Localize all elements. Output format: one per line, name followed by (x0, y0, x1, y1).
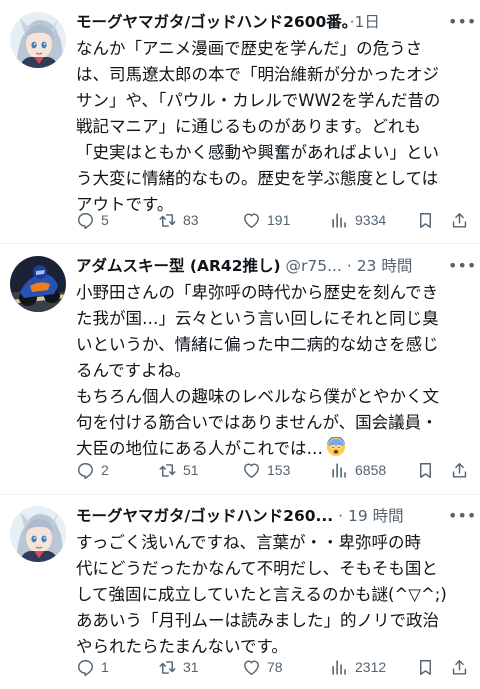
heart-icon (244, 659, 259, 675)
like-button[interactable]: 191 (242, 209, 290, 231)
retweet-count: 31 (183, 659, 199, 675)
heart-icon (244, 212, 259, 228)
avatar[interactable] (10, 12, 66, 68)
views-button[interactable]: 2312 (330, 656, 386, 678)
share-icon (452, 659, 467, 675)
timeline-feed: モーグヤマガタ/ゴッドハンド2600番。·1日 ••• なんか「アニメ漫画で歴史… (0, 0, 480, 689)
view-count: 9334 (355, 212, 387, 228)
share-button[interactable] (450, 656, 469, 678)
tweet-text-line: サン」や、「パウル・カレルでWW2を学んだ昔の (76, 91, 441, 110)
tweet-text-line: う大変に情緒的なもの。歴史を学ぶ態度としては (76, 169, 439, 188)
tweet[interactable]: アダムスキー型 (AR42推し) @r75... · 23 時間 ••• 小野田… (0, 244, 480, 494)
fearful-face-emoji-icon (326, 436, 346, 457)
retweet-count: 51 (183, 462, 199, 478)
tweet-timestamp[interactable]: 23 時間 (357, 257, 413, 275)
analytics-icon (332, 212, 346, 228)
anime-girl-avatar-image (10, 506, 66, 562)
bookmark-icon (420, 212, 431, 228)
tweet-text: なんか「アニメ漫画で歴史を学んだ」の危うさ は、司馬遼太郎の本で「明治維新が分か… (76, 36, 468, 218)
share-icon (452, 462, 467, 478)
like-count: 153 (267, 462, 291, 478)
views-button[interactable]: 9334 (330, 209, 386, 231)
tweet-text-line: るんですよね。 (76, 361, 191, 380)
more-options-icon[interactable]: ••• (448, 12, 476, 32)
timestamp-separator: · (341, 257, 357, 275)
retweet-icon (159, 660, 176, 674)
tweet-text: すっごく浅いんですね、言葉が・・卑弥呼の時 代にどうだったかなんて不明だし、そも… (76, 530, 468, 660)
tweet-text-line: いというか、情緒に偏った中二病的な幼さを感じ (76, 335, 439, 354)
like-button[interactable]: 78 (242, 656, 283, 678)
more-options-icon[interactable]: ••• (448, 506, 476, 526)
like-button[interactable]: 153 (242, 459, 290, 481)
tweet-text-line: は、司馬遼太郎の本で「明治維新が分かったオジ (76, 65, 439, 84)
tweet-text-line: 戦記マニア」に通じるものがあります。どれも (76, 117, 421, 136)
tweet-timestamp[interactable]: 1日 (355, 13, 380, 31)
share-button[interactable] (450, 209, 469, 231)
tweet-text-line: もちろん個人の趣味のレベルなら僕がとやかく文 (76, 387, 439, 406)
retweet-count: 83 (183, 212, 199, 228)
bookmark-button[interactable] (416, 656, 435, 678)
tweet-text-line: 句を付ける筋合いではありませんが、国会議員・ (76, 413, 438, 432)
timestamp-separator: · (333, 507, 348, 525)
like-count: 191 (267, 212, 291, 228)
analytics-icon (332, 462, 346, 478)
tweet-header: モーグヤマガタ/ゴッドハンド260... · 19 時間 (76, 504, 446, 528)
reply-button[interactable]: 1 (76, 656, 109, 678)
tweet-actions: 5 83 191 9334 (76, 209, 472, 231)
bookmark-button[interactable] (416, 459, 435, 481)
author-name[interactable]: アダムスキー型 (AR42推し) (76, 257, 281, 275)
tweet-actions: 1 31 78 2312 (76, 656, 472, 678)
tweet-text-line: して強固に成立していたと言えるのかも謎(^▽^;) (76, 585, 447, 604)
share-icon (452, 212, 467, 228)
retweet-button[interactable]: 51 (158, 459, 199, 481)
tweet-text-line: 「史実はともかく感動や興奮があればよい」とい (76, 143, 439, 162)
reply-count: 1 (101, 659, 109, 675)
bookmark-icon (420, 462, 431, 478)
view-count: 2312 (355, 659, 387, 675)
more-options-icon[interactable]: ••• (448, 256, 476, 276)
retweet-icon (159, 213, 176, 227)
tweet-text-line: 代にどうだったかなんて不明だし、そもそも国と (76, 559, 438, 578)
tweet-text-line: すっごく浅いんですね、言葉が・・卑弥呼の時 (76, 533, 422, 552)
heart-icon (244, 462, 259, 478)
tweet-text-line: なんか「アニメ漫画で歴史を学んだ」の危うさ (76, 39, 423, 58)
tweet-timestamp[interactable]: 19 時間 (348, 507, 404, 525)
like-count: 78 (267, 659, 283, 675)
bookmark-icon (420, 659, 431, 675)
retweet-button[interactable]: 31 (158, 656, 199, 678)
tweet[interactable]: モーグヤマガタ/ゴッドハンド2600番。·1日 ••• なんか「アニメ漫画で歴史… (0, 0, 480, 240)
tweet-text-line: ああいう「月刊ムーは読みました」的ノリで政治 (76, 611, 439, 630)
author-name[interactable]: モーグヤマガタ/ゴッドハンド2600番。 (76, 13, 350, 31)
reply-button[interactable]: 5 (76, 209, 109, 231)
tweet[interactable]: モーグヤマガタ/ゴッドハンド260... · 19 時間 ••• すっごく浅いん… (0, 494, 480, 689)
reply-count: 5 (101, 212, 109, 228)
tweet-text: 小野田さんの「卑弥呼の時代から歴史を刻んでき た我が国…」云々という言い回しにそ… (76, 280, 468, 462)
motorcycle-racer-avatar-image (10, 256, 66, 312)
anime-girl-avatar-image (10, 12, 66, 68)
view-count: 6858 (355, 462, 387, 478)
author-name[interactable]: モーグヤマガタ/ゴッドハンド260... (76, 507, 333, 525)
tweet-text-line: 大臣の地位にある人がこれでは… (76, 439, 324, 458)
reply-count: 2 (101, 462, 109, 478)
tweet-text-line: た我が国…」云々という言い回しにそれと同じ臭 (76, 309, 439, 328)
reply-button[interactable]: 2 (76, 459, 109, 481)
tweet-actions: 2 51 153 6858 (76, 459, 472, 481)
tweet-header: モーグヤマガタ/ゴッドハンド2600番。·1日 (76, 10, 446, 34)
bookmark-button[interactable] (416, 209, 435, 231)
retweet-button[interactable]: 83 (158, 209, 199, 231)
avatar[interactable] (10, 506, 66, 562)
tweet-header: アダムスキー型 (AR42推し) @r75... · 23 時間 (76, 254, 446, 278)
reply-icon (78, 659, 93, 676)
reply-icon (78, 212, 93, 229)
reply-icon (78, 462, 93, 479)
share-button[interactable] (450, 459, 469, 481)
views-button[interactable]: 6858 (330, 459, 386, 481)
retweet-icon (159, 463, 176, 477)
avatar[interactable] (10, 256, 66, 312)
analytics-icon (332, 659, 346, 675)
author-handle[interactable]: @r75... (286, 257, 342, 275)
tweet-text-line: 小野田さんの「卑弥呼の時代から歴史を刻んでき (76, 283, 439, 302)
